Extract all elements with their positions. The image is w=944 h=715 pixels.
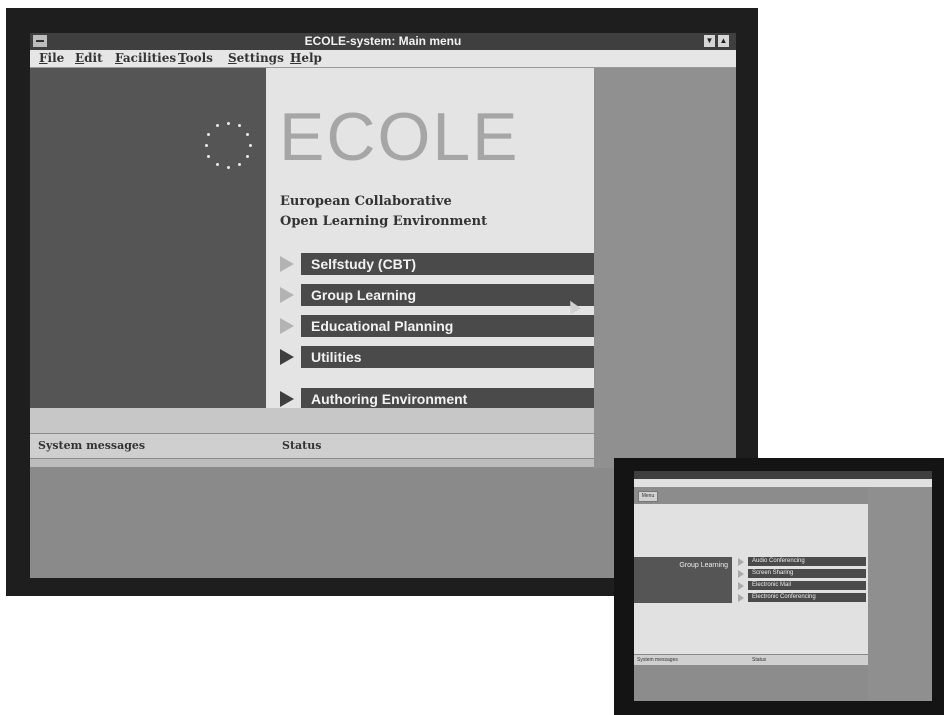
inset-client-area: Group Learning Audio Conferencing Screen…: [634, 504, 868, 654]
star-icon: [226, 121, 230, 125]
subtitle-line-1: European Collaborative: [280, 194, 452, 209]
arrow-icon: [738, 570, 744, 578]
inset-titlebar: [634, 471, 932, 479]
star-icon: [215, 162, 219, 166]
inset-submenu-item[interactable]: Audio Conferencing: [738, 557, 866, 566]
menu-row-group-learning[interactable]: Group Learning: [280, 284, 594, 306]
authoring-environment-button[interactable]: Authoring Environment: [301, 388, 594, 410]
menu-facilities[interactable]: Facilities: [115, 51, 176, 65]
subtitle-line-2: Open Learning Environment: [280, 214, 488, 229]
inset-submenu-item[interactable]: Electronic Conferencing: [738, 593, 866, 602]
inset-status-label: Status: [752, 657, 767, 663]
main-menu-panel: ECOLE European Collaborative Open Learni…: [266, 68, 594, 410]
inset-submenu-item[interactable]: Electronic Mail: [738, 581, 866, 590]
arrow-icon: [280, 318, 294, 334]
separator-strip: [30, 408, 594, 433]
inset-desktop-background: [868, 487, 932, 701]
maximize-icon[interactable]: ▲: [718, 35, 729, 47]
menu-tools[interactable]: Tools: [178, 51, 213, 65]
status-bar: System messages Status: [30, 433, 594, 459]
inset-screen: Group Learning Audio Conferencing Screen…: [634, 471, 932, 701]
eu-stars-icon: [202, 119, 254, 171]
status-label: Status: [282, 439, 322, 452]
electronic-mail-button[interactable]: Electronic Mail: [748, 581, 866, 590]
arrow-icon: [280, 391, 294, 407]
star-icon: [215, 124, 219, 128]
menu-row-educational-planning[interactable]: Educational Planning: [280, 315, 594, 337]
inset-group-learning-label: Group Learning: [679, 562, 728, 569]
system-menu-icon[interactable]: [33, 35, 47, 47]
star-icon: [245, 154, 249, 158]
educational-planning-button[interactable]: Educational Planning: [301, 315, 594, 337]
menu-row-authoring[interactable]: Authoring Environment: [280, 388, 594, 410]
star-icon: [245, 132, 249, 136]
inset-submenu-item[interactable]: Screen Sharing: [738, 569, 866, 578]
inset-status-bar: System messages Status: [634, 654, 868, 665]
star-icon: [204, 143, 208, 147]
menu-row-utilities[interactable]: Utilities: [280, 346, 594, 368]
star-icon: [207, 132, 211, 136]
status-bar-bottom: [30, 459, 594, 467]
star-icon: [237, 124, 241, 128]
arrow-icon: [738, 558, 744, 566]
audio-conferencing-button[interactable]: Audio Conferencing: [748, 557, 866, 566]
system-messages-label: System messages: [38, 439, 146, 452]
star-icon: [207, 154, 211, 158]
inset-monitor: Group Learning Audio Conferencing Screen…: [614, 458, 944, 715]
inset-menu-bar: [634, 479, 932, 487]
window-titlebar: ECOLE-system: Main menu ▼ ▲: [30, 33, 736, 50]
star-icon: [248, 143, 252, 147]
arrow-icon: [280, 349, 294, 365]
selfstudy-button[interactable]: Selfstudy (CBT): [301, 253, 594, 275]
star-icon: [226, 165, 230, 169]
arrow-icon: [280, 287, 294, 303]
ecole-logo: ECOLE: [279, 99, 520, 175]
menu-bar: File Edit Facilities Tools Settings Help: [30, 50, 736, 68]
inset-left-panel: Group Learning: [634, 557, 732, 603]
desktop-background: [594, 68, 736, 468]
electronic-conferencing-button[interactable]: Electronic Conferencing: [748, 593, 866, 602]
arrow-icon: [738, 594, 744, 602]
menu-settings[interactable]: Settings: [228, 51, 284, 65]
star-icon: [237, 162, 241, 166]
menu-help[interactable]: Help: [290, 51, 322, 65]
utilities-button[interactable]: Utilities: [301, 346, 594, 368]
window-title: ECOLE-system: Main menu: [304, 34, 462, 48]
inset-menu-button[interactable]: Menu: [638, 491, 658, 502]
screen-sharing-button[interactable]: Screen Sharing: [748, 569, 866, 578]
left-panel: [30, 68, 266, 408]
arrow-icon: [280, 256, 294, 272]
menu-edit[interactable]: Edit: [75, 51, 103, 65]
menu-row-selfstudy[interactable]: Selfstudy (CBT): [280, 253, 594, 275]
minimize-icon[interactable]: ▼: [704, 35, 715, 47]
group-learning-button[interactable]: Group Learning: [301, 284, 594, 306]
inset-system-messages-label: System messages: [637, 657, 678, 663]
menu-file[interactable]: File: [39, 51, 64, 65]
arrow-icon: [738, 582, 744, 590]
